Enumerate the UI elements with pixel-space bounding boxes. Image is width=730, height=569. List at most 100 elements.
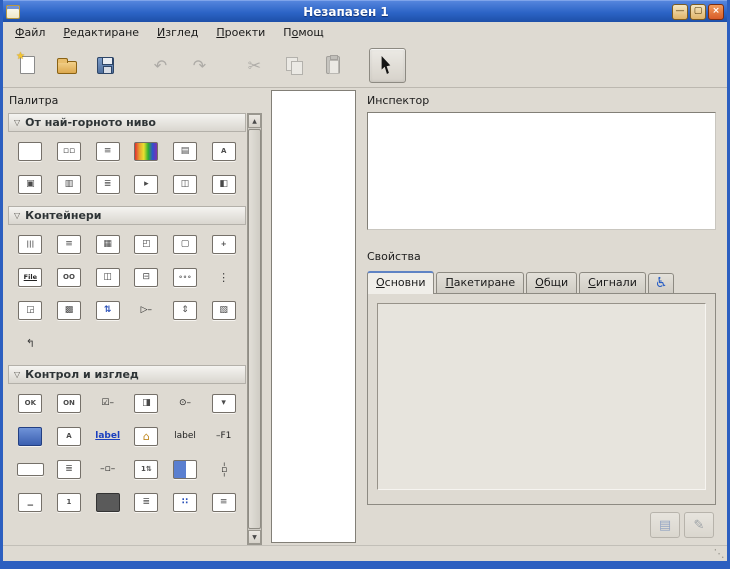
menu-view[interactable]: Изглед <box>148 22 207 43</box>
palette-item-icon-view[interactable]: ∷ <box>166 490 205 514</box>
open-button[interactable] <box>48 48 85 83</box>
palette-item-combo-box[interactable]: ▾ <box>204 391 243 415</box>
resize-grip-icon[interactable]: ⋱ <box>712 547 726 561</box>
palette-item-vbutton-box[interactable]: ⋮ <box>204 265 243 289</box>
palette-item-radio-button[interactable]: ⊙– <box>166 391 205 415</box>
palette-item-toggle-button[interactable]: ON <box>50 391 89 415</box>
palette-item-color-selection-dialog[interactable] <box>127 139 166 163</box>
palette-item-socket[interactable]: ◧ <box>204 172 243 196</box>
list-view-icon: ≣ <box>134 493 158 512</box>
properties-tabs: ОсновниПакетиранеОбщиСигнали♿ <box>367 267 674 293</box>
palette-item-font-selection-dialog[interactable]: A <box>204 139 243 163</box>
palette-item-frame[interactable]: ▢ <box>166 232 205 256</box>
palette-item-input-dialog[interactable]: ▣ <box>11 172 50 196</box>
palette-item-fixed[interactable]: + <box>204 232 243 256</box>
tab-general[interactable]: Основни <box>367 271 434 294</box>
palette-item-notebook[interactable]: ◰ <box>127 232 166 256</box>
palette-item-toolbar[interactable]: OO <box>50 265 89 289</box>
label-icon: label <box>174 432 196 441</box>
menu-projects[interactable]: Проекти <box>207 22 274 43</box>
new-button[interactable] <box>9 48 46 83</box>
palette-section-header[interactable]: ▽От най-горното ниво <box>8 113 246 132</box>
palette-item-menubar[interactable]: File <box>11 265 50 289</box>
palette-section-header[interactable]: ▽Контейнери <box>8 206 246 225</box>
table-icon: ▦ <box>96 235 120 254</box>
hruler-icon: 1 <box>57 493 81 512</box>
palette-item-combo-entry[interactable] <box>11 457 50 481</box>
copy-button[interactable] <box>275 48 312 83</box>
tab-signals[interactable]: Сигнали <box>579 272 646 293</box>
menu-edit[interactable]: Редактиране <box>54 22 148 43</box>
palette-item-file-chooser-dialog[interactable]: ▤ <box>166 139 205 163</box>
tab-common[interactable]: Общи <box>526 272 577 293</box>
palette-item-vscale[interactable]: –▫– <box>204 457 243 481</box>
select-button[interactable] <box>369 48 406 83</box>
save-button[interactable] <box>87 48 124 83</box>
palette-item-drawing-area[interactable] <box>88 490 127 514</box>
palette-item-dialog[interactable]: ▫▫ <box>50 139 89 163</box>
palette-item-expander[interactable]: ▷– <box>127 298 166 322</box>
palette-item-vpaned[interactable]: ⊟ <box>127 265 166 289</box>
main-area: Палитра ▽От най-горното ниво▫▫≡▤A▣▥≣▸◫◧▽… <box>3 88 727 545</box>
minimize-button[interactable]: — <box>672 4 688 20</box>
tab-packing[interactable]: Пакетиране <box>436 272 524 293</box>
palette-item-combo-box-entry[interactable]: ◨ <box>127 391 166 415</box>
cut-button[interactable]: ✂ <box>236 48 273 83</box>
palette-item-message-dialog[interactable]: ▥ <box>50 172 89 196</box>
palette-item-entry[interactable] <box>11 424 50 448</box>
palette-item-table[interactable]: ▦ <box>88 232 127 256</box>
redo-button[interactable]: ↷ <box>181 48 218 83</box>
scrollbar-thumb[interactable] <box>248 129 261 529</box>
palette-item-vscrollbar[interactable]: ⇕ <box>166 298 205 322</box>
palette-item-aspect-frame[interactable]: ▧ <box>204 298 243 322</box>
undo-button[interactable]: ↶ <box>142 48 179 83</box>
palette-item-accel-label[interactable]: –F1 <box>204 424 243 448</box>
window-menu-icon[interactable] <box>6 5 20 19</box>
palette-item-plug[interactable]: ◫ <box>166 172 205 196</box>
design-area[interactable] <box>271 90 356 543</box>
palette-item-vbox[interactable]: ≡ <box>50 232 89 256</box>
scroll-up-icon[interactable]: ▲ <box>248 114 261 128</box>
palette-item-scrolled-window[interactable]: ⇅ <box>88 298 127 322</box>
details-button[interactable]: ▤ <box>650 512 680 538</box>
maximize-button[interactable]: ▢ <box>690 4 706 20</box>
palette-item-assistant[interactable]: ▸ <box>127 172 166 196</box>
palette-item-progress-bar[interactable] <box>166 457 205 481</box>
palette-item-label[interactable]: label <box>166 424 205 448</box>
palette-section-title: Контейнери <box>25 209 101 222</box>
titlebar[interactable]: Незапазен 1 —▢× <box>3 0 727 22</box>
palette-item-button[interactable]: OK <box>11 391 50 415</box>
palette-item-spin-button[interactable]: 1⇅ <box>127 457 166 481</box>
palette-item-text-entry[interactable]: A <box>50 424 89 448</box>
palette-item-alignment[interactable]: ↰ <box>11 331 50 355</box>
palette-item-hpaned[interactable]: ◫ <box>88 265 127 289</box>
menu-help[interactable]: Помощ <box>274 22 332 43</box>
close-button[interactable]: × <box>708 4 724 20</box>
palette-item-hscale[interactable]: –▫– <box>88 457 127 481</box>
toggle-button-icon: ON <box>57 394 81 413</box>
file-chooser-dialog-icon: ▤ <box>173 142 197 161</box>
palette-item-list-view[interactable]: ≣ <box>127 490 166 514</box>
palette-item-recent-chooser-dialog[interactable]: ≣ <box>88 172 127 196</box>
edit-button[interactable]: ✎ <box>684 512 714 538</box>
palette-item-hruler[interactable]: 1 <box>50 490 89 514</box>
tab-accessibility[interactable]: ♿ <box>648 273 675 293</box>
palette-item-viewport[interactable]: ◲ <box>11 298 50 322</box>
palette-item-statusbar[interactable]: ▁ <box>11 490 50 514</box>
scroll-down-icon[interactable]: ▼ <box>248 530 261 544</box>
palette-item-window[interactable] <box>11 139 50 163</box>
inspector-tree[interactable] <box>367 112 716 230</box>
paste-button[interactable] <box>314 48 351 83</box>
palette-item-about-dialog[interactable]: ≡ <box>88 139 127 163</box>
menu-file[interactable]: Файл <box>6 22 54 43</box>
palette-item-check-button[interactable]: ☑– <box>88 391 127 415</box>
palette-item-text-view[interactable]: ≣ <box>50 457 89 481</box>
palette-scrollbar[interactable]: ▲ ▼ <box>247 113 262 545</box>
palette-item-href-button[interactable]: ⌂ <box>127 424 166 448</box>
palette-item-handle-box[interactable]: ∘∘∘ <box>166 265 205 289</box>
palette-item-tree-view[interactable]: ≡ <box>204 490 243 514</box>
palette-section-header[interactable]: ▽Контрол и изглед <box>8 365 246 384</box>
palette-item-link-button[interactable]: label <box>88 424 127 448</box>
palette-item-layout[interactable]: ▩ <box>50 298 89 322</box>
palette-item-hbox[interactable]: ||| <box>11 232 50 256</box>
